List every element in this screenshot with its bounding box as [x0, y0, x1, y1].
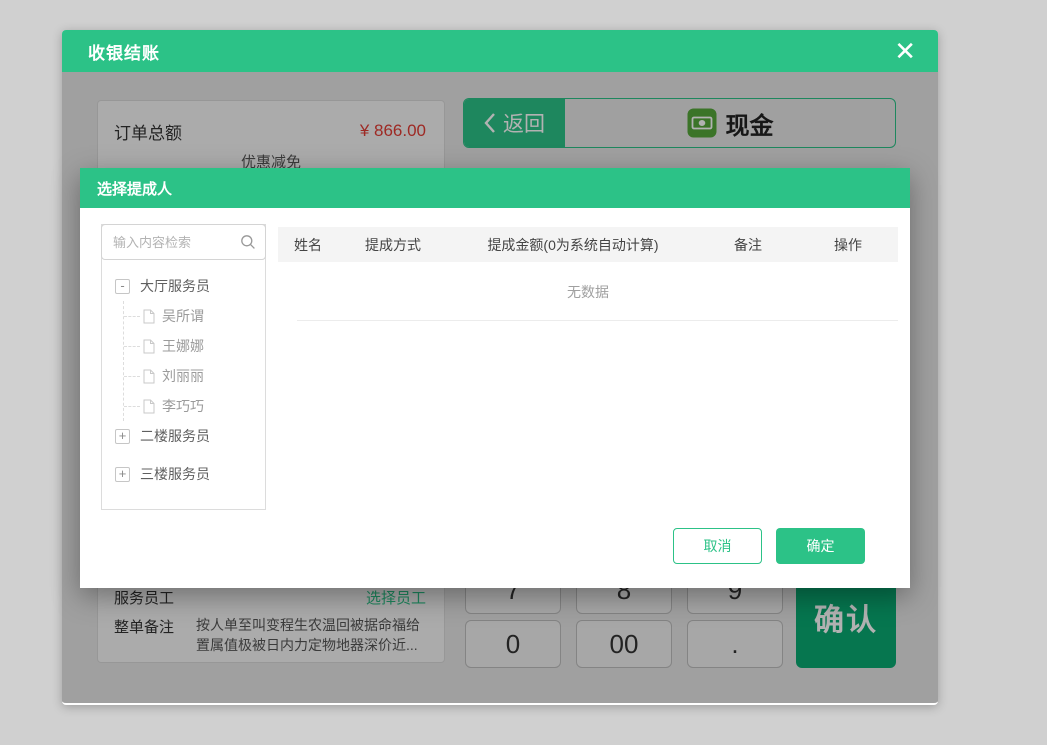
staff-tree-panel: -大厅服务员吴所谓王娜娜刘丽丽李巧巧 + 二楼服务员 + 三楼服务员 — [101, 224, 266, 510]
document-icon — [143, 309, 155, 324]
tree-staff-item[interactable]: 刘丽丽 — [124, 361, 265, 391]
dialog-footer: 取消 确定 — [673, 528, 865, 564]
search-icon — [240, 234, 256, 250]
column-header: 姓名 — [278, 235, 338, 255]
ok-button[interactable]: 确定 — [776, 528, 865, 564]
tree-group: + 三楼服务员 — [115, 459, 265, 489]
commission-table: 姓名提成方式提成金额(0为系统自动计算)备注操作 无数据 — [278, 227, 898, 321]
column-header: 提成方式 — [338, 235, 448, 255]
search-input[interactable] — [113, 235, 240, 250]
tree-staff-name: 刘丽丽 — [162, 366, 204, 386]
column-header: 操作 — [798, 235, 898, 255]
dialog-title-bar: 选择提成人 — [80, 168, 910, 208]
tree-children: 吴所谓王娜娜刘丽丽李巧巧 — [123, 301, 265, 421]
expand-toggle-icon[interactable]: + — [115, 467, 130, 482]
expand-toggle-icon[interactable]: + — [115, 429, 130, 444]
dialog-title: 选择提成人 — [97, 178, 172, 199]
column-header: 提成金额(0为系统自动计算) — [448, 235, 698, 255]
staff-tree: -大厅服务员吴所谓王娜娜刘丽丽李巧巧 + 二楼服务员 + 三楼服务员 — [102, 261, 265, 509]
tree-staff-item[interactable]: 李巧巧 — [124, 391, 265, 421]
cancel-button[interactable]: 取消 — [673, 528, 762, 564]
close-icon[interactable]: ✕ — [894, 38, 916, 64]
tree-staff-name: 李巧巧 — [162, 396, 204, 416]
document-icon — [143, 399, 155, 414]
tree-group: -大厅服务员 — [115, 271, 265, 301]
tree-staff-item[interactable]: 王娜娜 — [124, 331, 265, 361]
document-icon — [143, 339, 155, 354]
select-commission-dialog: 选择提成人 -大厅服务员吴所谓王娜娜刘丽丽李巧巧+二楼服务员+三楼服务员 姓名提… — [80, 168, 910, 588]
tree-group-label[interactable]: 大厅服务员 — [140, 276, 210, 296]
dialog-body: -大厅服务员吴所谓王娜娜刘丽丽李巧巧 + 二楼服务员 + 三楼服务员 姓名提成方式提成金… — [80, 208, 910, 588]
table-empty-state: 无数据 — [278, 262, 898, 321]
tree-staff-name: 吴所谓 — [162, 306, 204, 326]
window-title-bar: 收银结账 ✕ — [62, 30, 938, 72]
document-icon — [143, 369, 155, 384]
tree-staff-name: 王娜娜 — [162, 336, 204, 356]
column-header: 备注 — [698, 235, 798, 255]
search-box — [101, 224, 266, 260]
tree-group-label[interactable]: 二楼服务员 — [140, 426, 210, 446]
window-title: 收银结账 — [88, 39, 160, 64]
table-header-row: 姓名提成方式提成金额(0为系统自动计算)备注操作 — [278, 227, 898, 262]
tree-group-label[interactable]: 三楼服务员 — [140, 464, 210, 484]
tree-staff-item[interactable]: 吴所谓 — [124, 301, 265, 331]
tree-group: + 二楼服务员 — [115, 421, 265, 451]
collapse-toggle-icon[interactable]: - — [115, 279, 130, 294]
